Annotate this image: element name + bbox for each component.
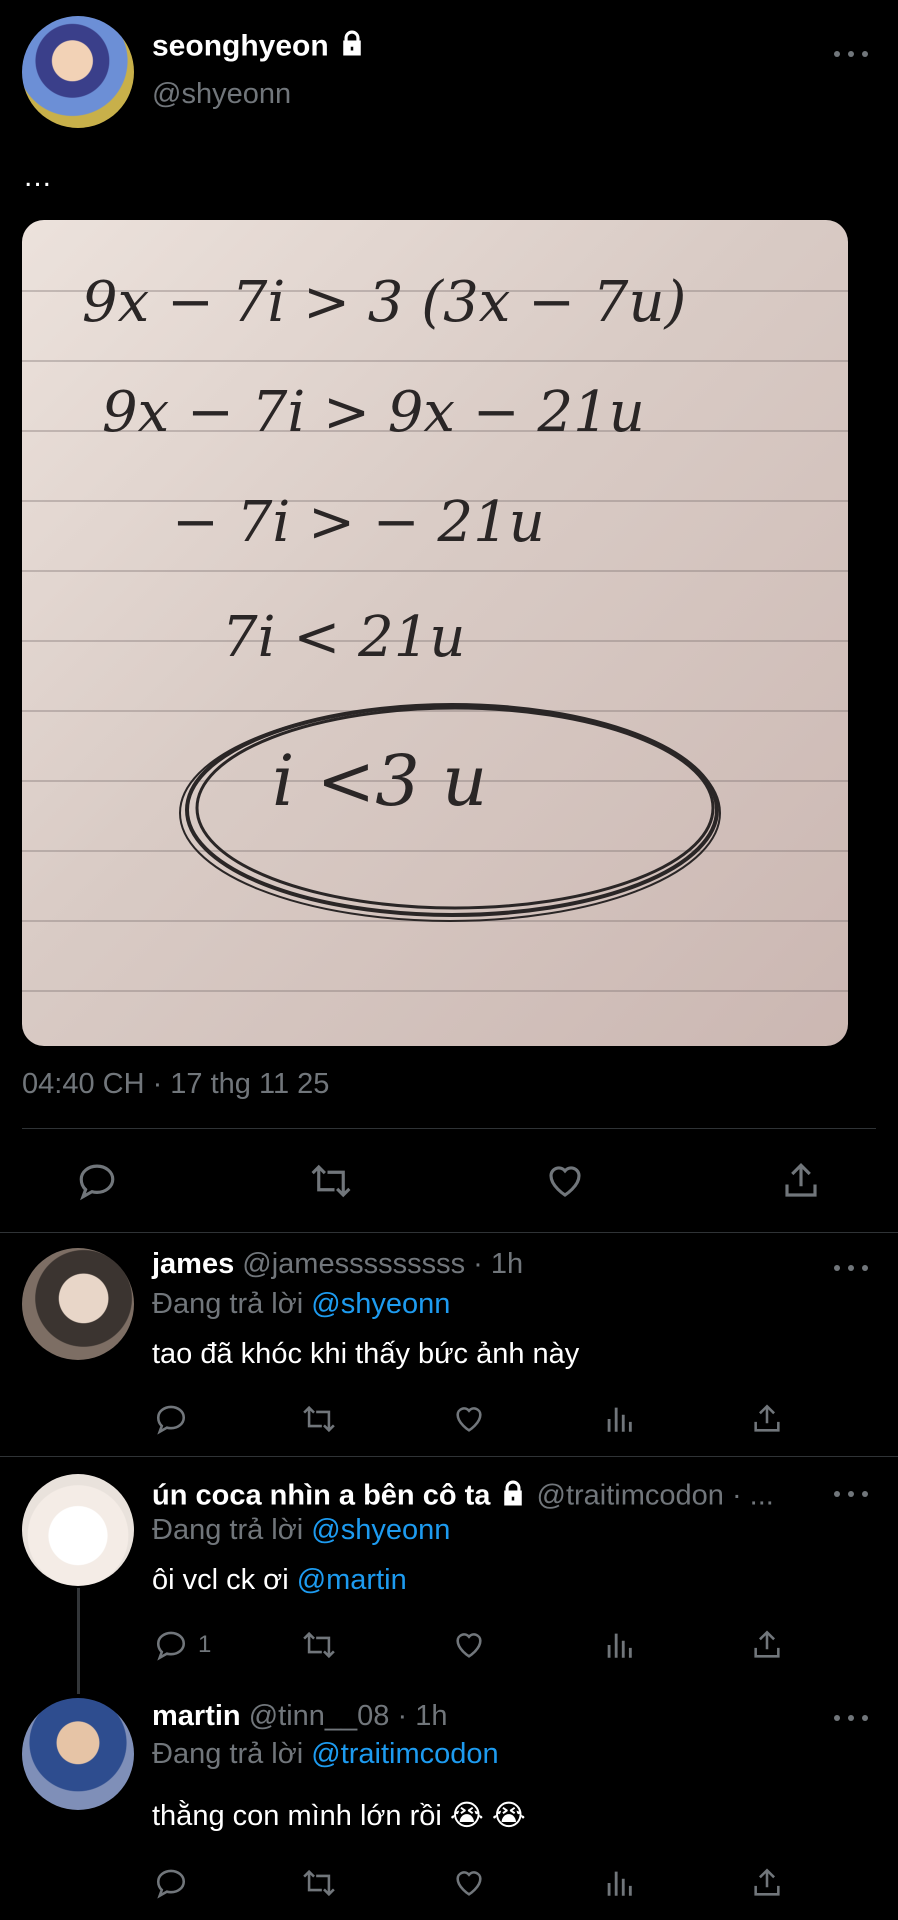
reply-time[interactable]: · 1h bbox=[397, 1700, 447, 1732]
photo-line-4: 7i < 21u bbox=[222, 605, 466, 670]
reply-icon[interactable] bbox=[154, 1866, 188, 1900]
tweet-photo[interactable]: 9x − 7i > 3 (3x − 7u) 9x − 7i > 9x − 21u… bbox=[22, 220, 848, 1046]
reply-avatar[interactable] bbox=[22, 1698, 134, 1810]
reply-text: ôi vcl ck ơi @martin bbox=[152, 1564, 407, 1597]
more-icon[interactable] bbox=[834, 1484, 868, 1504]
retweet-icon[interactable] bbox=[308, 1160, 354, 1202]
reply-handle[interactable]: @jamesssssssss bbox=[242, 1248, 465, 1280]
circle-scribble bbox=[179, 703, 721, 922]
reply-text: tao đã khóc khi thấy bức ảnh này bbox=[152, 1338, 580, 1370]
views-icon[interactable] bbox=[602, 1628, 636, 1662]
display-name[interactable]: seonghyeon bbox=[152, 29, 329, 62]
retweet-icon[interactable] bbox=[300, 1628, 338, 1662]
replying-to-line: Đang trả lời @shyeonn bbox=[152, 1288, 450, 1321]
timestamp[interactable]: 04:40 CH · 17 thg 11 25 bbox=[22, 1068, 329, 1101]
replying-prefix: Đang trả lời bbox=[152, 1288, 304, 1320]
author-handle[interactable]: @shyeonn bbox=[152, 78, 291, 111]
more-icon[interactable] bbox=[834, 44, 868, 64]
reply-text-plain: ôi vcl ck ơi bbox=[152, 1564, 297, 1596]
reply-count: 1 bbox=[198, 1631, 212, 1658]
replying-mention[interactable]: @shyeonn bbox=[311, 1288, 450, 1320]
views-icon[interactable] bbox=[602, 1866, 636, 1900]
reply-avatar[interactable] bbox=[22, 1474, 134, 1586]
replying-prefix: Đang trả lời bbox=[152, 1514, 304, 1546]
display-name[interactable]: ún coca nhìn a bên cô ta bbox=[152, 1480, 490, 1512]
lock-icon bbox=[337, 28, 367, 67]
display-name[interactable]: martin bbox=[152, 1700, 241, 1732]
share-icon[interactable] bbox=[780, 1160, 822, 1202]
replying-mention[interactable]: @shyeonn bbox=[311, 1514, 450, 1546]
reply-icon[interactable] bbox=[76, 1160, 118, 1202]
reply-handle[interactable]: @tinn__08 bbox=[249, 1700, 390, 1732]
more-icon[interactable] bbox=[834, 1708, 868, 1728]
reply-icon[interactable] bbox=[154, 1628, 188, 1662]
retweet-icon[interactable] bbox=[300, 1402, 338, 1436]
reply-header: martin @tinn__08 · 1h bbox=[152, 1700, 447, 1733]
like-icon[interactable] bbox=[544, 1160, 586, 1202]
replying-to-line: Đang trả lời @shyeonn bbox=[152, 1514, 450, 1547]
reply-icon[interactable] bbox=[154, 1402, 188, 1436]
tweet-text: ... bbox=[24, 160, 53, 193]
share-icon[interactable] bbox=[750, 1866, 784, 1900]
reply-time[interactable]: · 1h bbox=[473, 1248, 523, 1280]
share-icon[interactable] bbox=[750, 1402, 784, 1436]
like-icon[interactable] bbox=[452, 1866, 486, 1900]
reply-header: ún coca nhìn a bên cô ta @traitimcodon ·… bbox=[152, 1478, 832, 1516]
views-icon[interactable] bbox=[602, 1402, 636, 1436]
reply-avatar[interactable] bbox=[22, 1248, 134, 1360]
reply-handle[interactable]: @traitimcodon · ... bbox=[537, 1480, 774, 1512]
author-name-row[interactable]: seonghyeon bbox=[152, 28, 367, 67]
share-icon[interactable] bbox=[750, 1628, 784, 1662]
reply-text-mention[interactable]: @martin bbox=[297, 1564, 407, 1596]
author-avatar[interactable] bbox=[22, 16, 134, 128]
reply-header: james @jamesssssssss · 1h bbox=[152, 1248, 523, 1281]
photo-line-1: 9x − 7i > 3 (3x − 7u) bbox=[82, 270, 687, 335]
thread-line bbox=[77, 1588, 80, 1694]
like-icon[interactable] bbox=[452, 1402, 486, 1436]
replying-mention[interactable]: @traitimcodon bbox=[311, 1738, 498, 1770]
like-icon[interactable] bbox=[452, 1628, 486, 1662]
lock-icon bbox=[498, 1478, 528, 1516]
retweet-icon[interactable] bbox=[300, 1866, 338, 1900]
replying-to-line: Đang trả lời @traitimcodon bbox=[152, 1738, 499, 1771]
display-name[interactable]: james bbox=[152, 1248, 234, 1280]
reply-text: thằng con mình lớn rồi 😭 😭 bbox=[152, 1800, 526, 1832]
reply-action[interactable]: 1 bbox=[154, 1628, 211, 1662]
photo-line-3: − 7i > − 21u bbox=[172, 490, 545, 555]
photo-line-2: 9x − 7i > 9x − 21u bbox=[102, 380, 645, 445]
replying-prefix: Đang trả lời bbox=[152, 1738, 304, 1770]
more-icon[interactable] bbox=[834, 1258, 868, 1278]
